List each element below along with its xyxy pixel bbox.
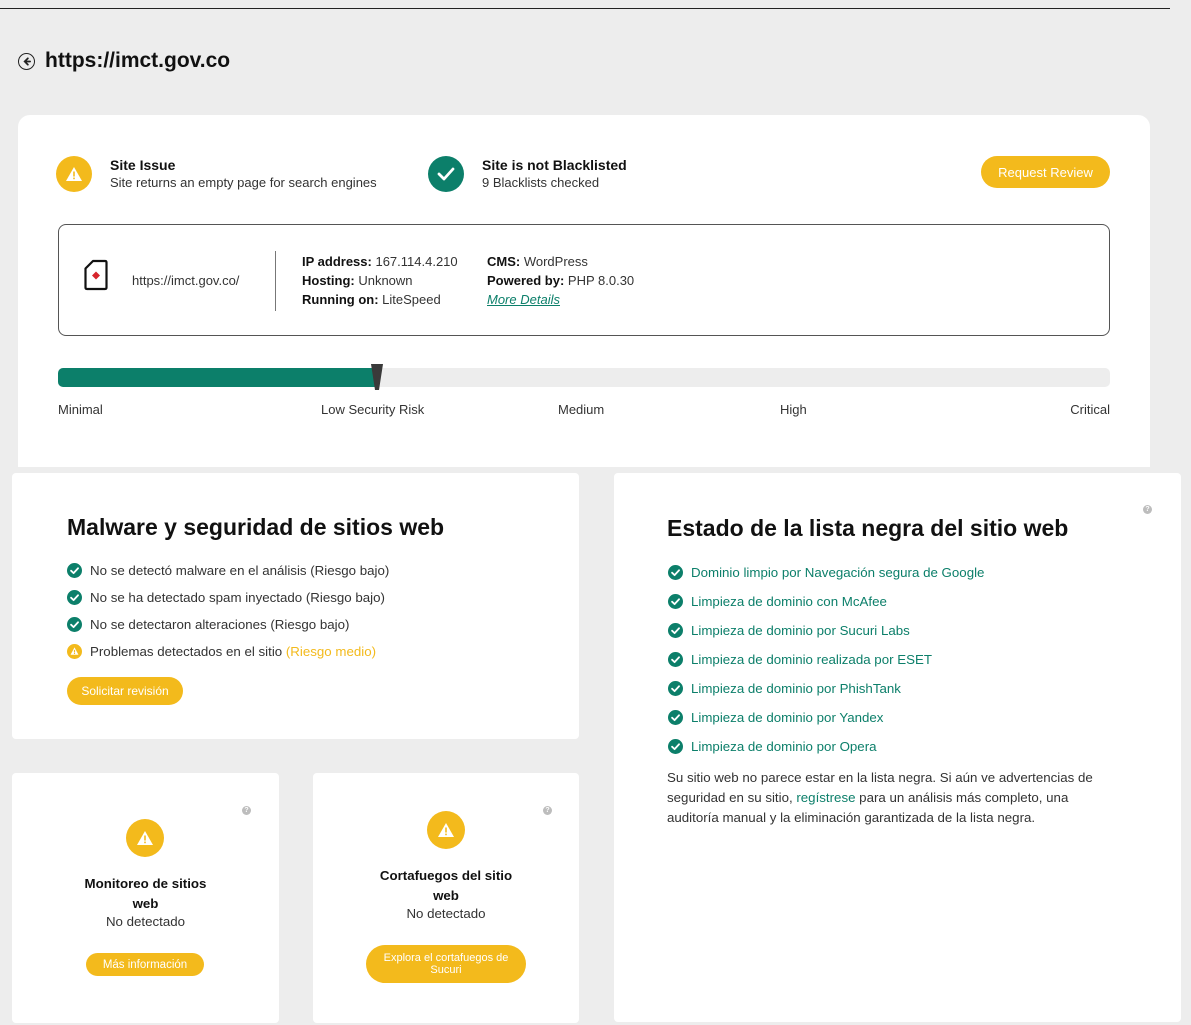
blacklist-check-text: Limpieza de dominio por Sucuri Labs [691,623,910,638]
hosting-info: IP address: 167.114.4.210 Hosting: Unkno… [302,252,458,309]
help-icon[interactable]: ? [543,806,552,815]
blacklist-count: 9 Blacklists checked [482,175,600,190]
list-item: Limpieza de dominio realizada por ESET [668,645,984,674]
malware-checks-list: No se detectó malware en el análisis (Ri… [67,557,389,665]
page-title: https://imct.gov.co [45,49,231,72]
warning-circle-icon [67,644,82,659]
list-item: Limpieza de dominio por Sucuri Labs [668,616,984,645]
check-circle-icon [668,739,683,754]
running-on-value: LiteSpeed [378,292,441,307]
powered-by-value: PHP 8.0.30 [564,273,635,288]
ip-value: 167.114.4.210 [371,254,458,269]
top-divider [0,8,1170,9]
risk-level-bar [58,364,1110,390]
request-review-button[interactable]: Request Review [981,156,1110,188]
warning-icon [427,811,465,849]
check-text: No se detectó malware en el análisis (Ri… [90,563,390,578]
check-text: No se ha detectado spam inyectado (Riesg… [90,590,385,605]
site-url: https://imct.gov.co/ [132,273,240,288]
firewall-card: ? Cortafuegos del sitio web No detectado… [313,773,579,1023]
cms-value: WordPress [520,254,588,269]
malware-security-card: Malware y seguridad de sitios web No se … [12,473,579,739]
check-circle-icon [668,710,683,725]
check-circle-icon [67,563,82,578]
blacklist-check-text: Limpieza de dominio por PhishTank [691,681,901,696]
list-item: Dominio limpio por Navegación segura de … [668,558,984,587]
blacklist-check-text: Limpieza de dominio con McAfee [691,594,887,609]
check-text: Problemas detectados en el sitio (Riesgo… [90,644,377,659]
blacklist-check-text: Dominio limpio por Navegación segura de … [691,565,985,580]
site-info-box: https://imct.gov.co/ IP address: 167.114… [58,224,1110,336]
page-header: https://imct.gov.co [18,49,230,73]
site-issue-status: Site Issue Site returns an empty page fo… [56,156,377,192]
site-issue-description: Site returns an empty page for search en… [110,175,377,190]
risk-label-minimal: Minimal [58,402,103,417]
ip-label: IP address: [302,254,372,269]
warning-icon [56,156,92,192]
request-review-button[interactable]: Solicitar revisión [67,677,183,705]
check-circle-icon [428,156,464,192]
back-icon[interactable] [18,52,35,70]
check-circle-icon [668,565,683,580]
list-item: No se detectaron alteraciones (Riesgo ba… [67,611,389,638]
hosting-value: Unknown [354,273,413,288]
check-circle-icon [67,590,82,605]
list-item: Limpieza de dominio por PhishTank [668,674,984,703]
risk-level-fill [58,368,376,387]
blacklist-description: Su sitio web no parece estar en la lista… [667,770,1093,825]
check-circle-icon [668,681,683,696]
help-icon[interactable]: ? [1143,505,1152,514]
monitoring-card: ? Monitoreo de sitios web No detectado M… [12,773,279,1023]
blacklist-checks-list: Dominio limpio por Navegación segura de … [668,558,984,761]
monitoring-title: Monitoreo de sitios web [84,876,207,911]
list-item: No se ha detectado spam inyectado (Riesg… [67,584,389,611]
website-icon [84,259,108,296]
check-text: No se detectaron alteraciones (Riesgo ba… [90,617,350,632]
more-info-button[interactable]: Más información [86,953,204,976]
cms-label: CMS: [487,254,521,269]
blacklist-status-title: Site is not Blacklisted [482,157,627,173]
blacklist-check-text: Limpieza de dominio por Opera [691,739,877,754]
risk-label-medium: Medium [558,402,605,417]
risk-label-high: High [780,402,807,417]
register-link[interactable]: regístrese [796,790,855,805]
firewall-title: Cortafuegos del sitio web [379,868,513,903]
list-item: Limpieza de dominio por Opera [668,732,984,761]
firewall-status: No detectado [406,906,486,921]
check-circle-icon [668,652,683,667]
running-on-label: Running on: [302,292,379,307]
medium-risk-label: (Riesgo medio) [285,644,377,659]
list-item: Limpieza de dominio con McAfee [668,587,984,616]
risk-marker-icon [370,364,384,390]
check-circle-icon [668,594,683,609]
blacklist-status-card: ? Estado de la lista negra del sitio web… [614,473,1181,1022]
blacklist-check-text: Limpieza de dominio por Yandex [691,710,884,725]
malware-card-title: Malware y seguridad de sitios web [67,514,445,540]
check-circle-icon [67,617,82,632]
help-icon[interactable]: ? [242,806,251,815]
hosting-label: Hosting: [302,273,355,288]
blacklist-status: Site is not Blacklisted 9 Blacklists che… [428,156,627,192]
list-item: Limpieza de dominio por Yandex [668,703,984,732]
powered-by-label: Powered by: [487,273,565,288]
info-divider [275,251,276,311]
scan-summary-card: Site Issue Site returns an empty page fo… [18,115,1150,467]
warning-icon [126,819,164,857]
check-circle-icon [668,623,683,638]
risk-label-low: Low Security Risk [321,402,425,417]
monitoring-status: No detectado [105,914,186,929]
explore-firewall-button[interactable]: Explora el cortafuegos de Sucuri [366,945,526,983]
blacklist-card-title: Estado de la lista negra del sitio web [667,515,1069,541]
list-item: Problemas detectados en el sitio (Riesgo… [67,638,389,665]
risk-label-critical: Critical [1070,402,1110,417]
blacklist-check-text: Limpieza de dominio realizada por ESET [691,652,932,667]
list-item: No se detectó malware en el análisis (Ri… [67,557,389,584]
software-info: CMS: WordPress Powered by: PHP 8.0.30 Mo… [487,252,634,309]
site-issue-title: Site Issue [110,157,176,173]
more-details-link[interactable]: More Details [487,292,560,307]
